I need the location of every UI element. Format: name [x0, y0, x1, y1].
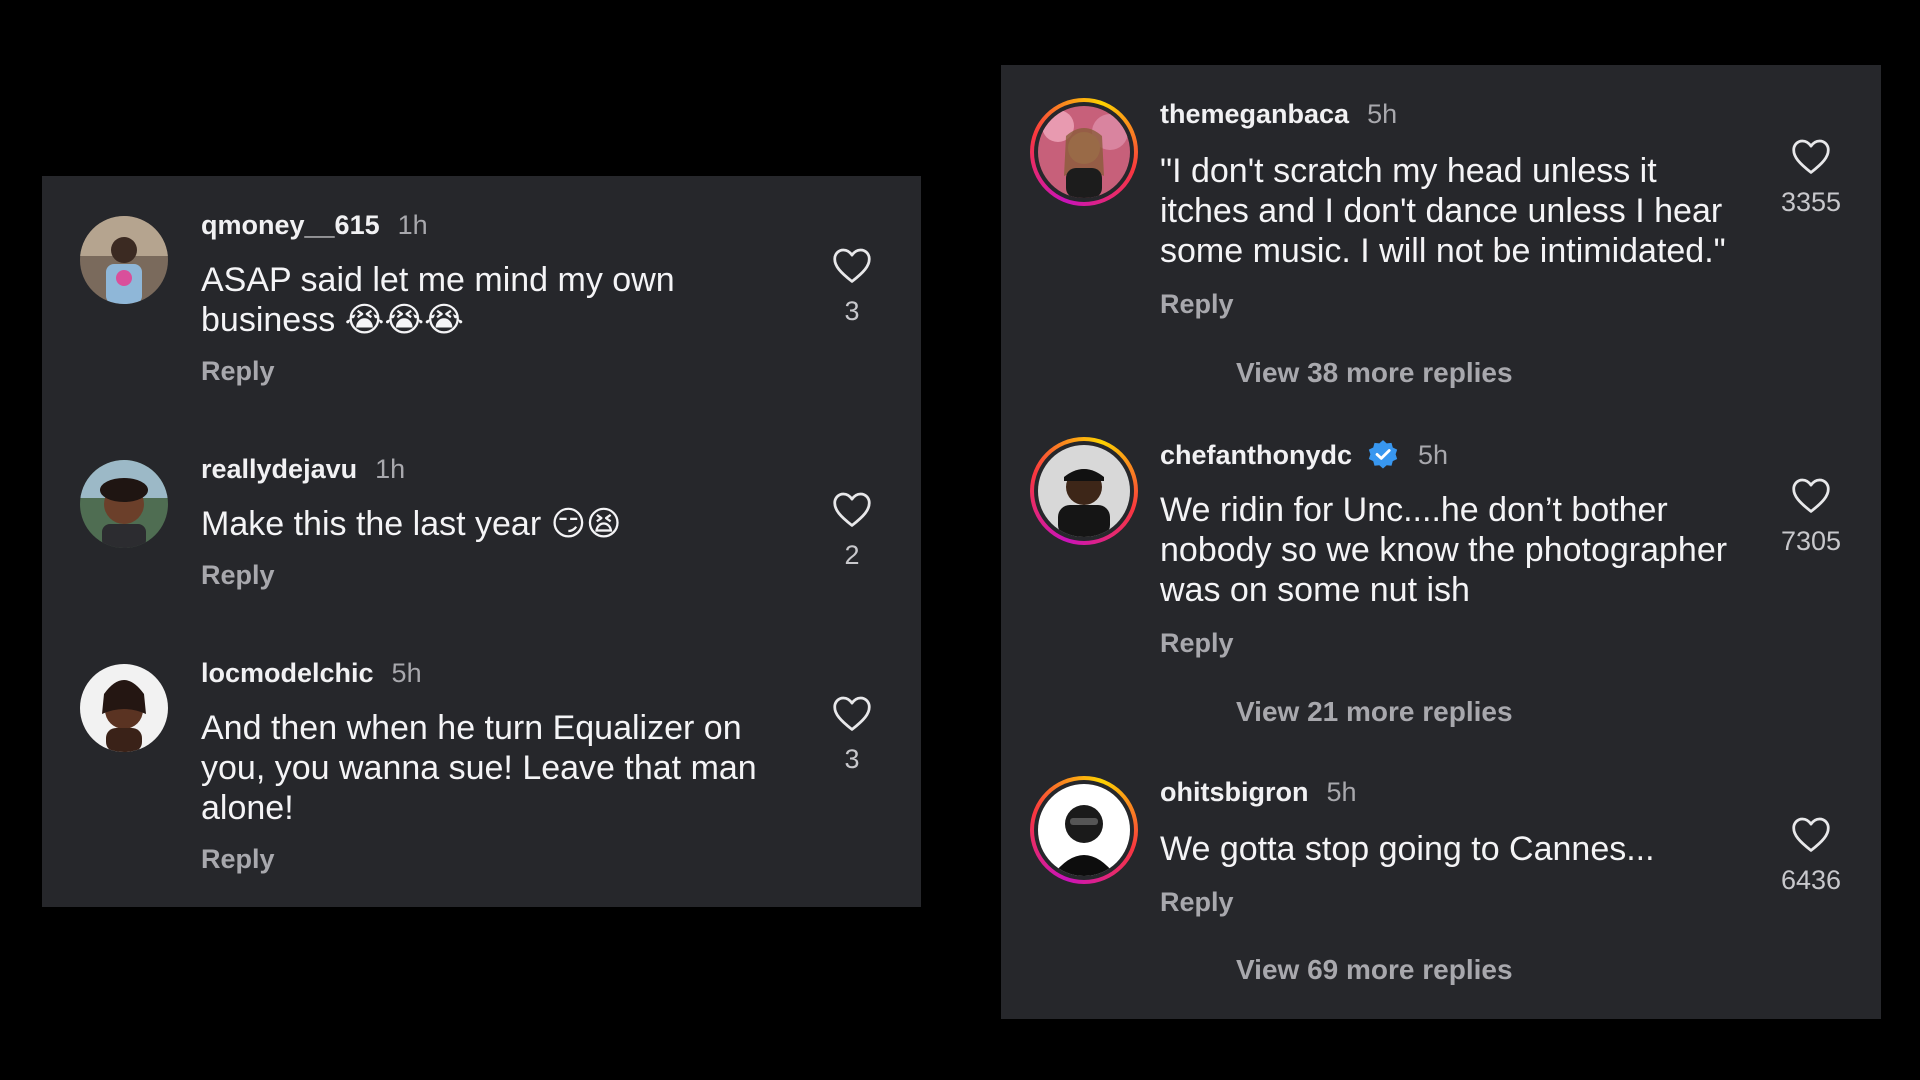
timestamp: 5h	[391, 658, 422, 688]
like-count: 6436	[1780, 865, 1842, 895]
username[interactable]: locmodelchic	[201, 658, 374, 689]
comment-text: We ridin for Unc....he don’t bother nobo…	[1160, 490, 1727, 610]
reply-button[interactable]: Reply	[201, 560, 275, 591]
comment-line: business 😭😭😭	[201, 301, 464, 339]
comment-line: you, you wanna sue! Leave that man	[201, 749, 757, 787]
like-count: 7305	[1780, 526, 1842, 556]
verified-badge-icon	[1368, 440, 1398, 469]
comment-text: We gotta stop going to Cannes...	[1160, 829, 1655, 869]
username[interactable]: chefanthonydc	[1160, 440, 1352, 471]
comment-text: Make this the last year 😏😫	[201, 504, 621, 544]
avatar[interactable]	[1038, 106, 1130, 198]
reply-button[interactable]: Reply	[1160, 887, 1234, 918]
comments-panel-right: themeganbaca 5h "I don't scratch my head…	[1001, 65, 1881, 1019]
like-group: 3	[812, 694, 892, 775]
view-more-replies[interactable]: View 69 more replies	[1236, 954, 1513, 986]
comment-line: nobody so we know the photographer	[1160, 531, 1728, 569]
heart-outline-icon[interactable]	[831, 490, 873, 528]
heart-outline-icon[interactable]	[1790, 815, 1832, 853]
reply-button[interactable]: Reply	[1160, 628, 1234, 659]
timestamp: 5h	[1326, 777, 1357, 807]
comment-line: itches and I don't dance unless I hear	[1160, 192, 1723, 230]
comment-text: ASAP said let me mind my own business 😭😭…	[201, 260, 675, 340]
like-count: 3	[844, 296, 860, 326]
username[interactable]: ohitsbigron	[1160, 777, 1308, 808]
comment-text: "I don't scratch my head unless it itche…	[1160, 151, 1726, 271]
avatar[interactable]	[1038, 784, 1130, 876]
comment-line: alone!	[201, 789, 294, 827]
story-ring[interactable]	[1030, 437, 1138, 545]
timestamp: 5h	[1367, 99, 1398, 129]
comment-text: And then when he turn Equalizer on you, …	[201, 708, 757, 828]
story-ring[interactable]	[1030, 776, 1138, 884]
heart-outline-icon[interactable]	[1790, 476, 1832, 514]
view-more-replies[interactable]: View 21 more replies	[1236, 696, 1513, 728]
heart-outline-icon[interactable]	[831, 694, 873, 732]
avatar[interactable]	[80, 460, 168, 548]
like-group: 3355	[1771, 137, 1851, 218]
reply-button[interactable]: Reply	[1160, 289, 1234, 320]
comments-panel-left: qmoney__615 1h ASAP said let me mind my …	[42, 176, 921, 907]
like-group: 6436	[1771, 815, 1851, 896]
avatar[interactable]	[1038, 445, 1130, 537]
timestamp: 1h	[397, 210, 428, 240]
comment-header: themeganbaca 5h	[1160, 99, 1397, 130]
username[interactable]: themeganbaca	[1160, 99, 1349, 130]
comment-line: ASAP said let me mind my own	[201, 261, 675, 299]
reply-button[interactable]: Reply	[201, 356, 275, 387]
like-group: 3	[812, 246, 892, 327]
story-ring[interactable]	[1030, 98, 1138, 206]
view-more-replies[interactable]: View 38 more replies	[1236, 357, 1513, 389]
comment-line: was on some nut ish	[1160, 571, 1470, 609]
comment-line: "I don't scratch my head unless it	[1160, 152, 1657, 190]
like-count: 2	[844, 540, 860, 570]
comment-line: Make this the last year 😏😫	[201, 505, 622, 543]
like-count: 3	[844, 744, 860, 774]
reply-button[interactable]: Reply	[201, 844, 275, 875]
comment-line: We ridin for Unc....he don’t bother	[1160, 491, 1668, 529]
comment-line: And then when he turn Equalizer on	[201, 709, 742, 747]
like-count: 3355	[1780, 187, 1842, 217]
timestamp: 1h	[375, 454, 406, 484]
like-group: 2	[812, 490, 892, 571]
comment-header: ohitsbigron 5h	[1160, 777, 1357, 808]
comment-header: reallydejavu 1h	[201, 454, 405, 485]
comment-line: some music. I will not be intimidated."	[1160, 232, 1726, 270]
heart-outline-icon[interactable]	[831, 246, 873, 284]
avatar[interactable]	[80, 216, 168, 304]
comment-header: chefanthonydc 5h	[1160, 438, 1448, 472]
avatar[interactable]	[80, 664, 168, 752]
comment-line: We gotta stop going to Cannes...	[1160, 830, 1655, 868]
comment-header: locmodelchic 5h	[201, 658, 422, 689]
username[interactable]: reallydejavu	[201, 454, 357, 485]
like-group: 7305	[1771, 476, 1851, 557]
timestamp: 5h	[1418, 439, 1449, 470]
comment-header: qmoney__615 1h	[201, 210, 428, 241]
heart-outline-icon[interactable]	[1790, 137, 1832, 175]
username[interactable]: qmoney__615	[201, 210, 380, 241]
